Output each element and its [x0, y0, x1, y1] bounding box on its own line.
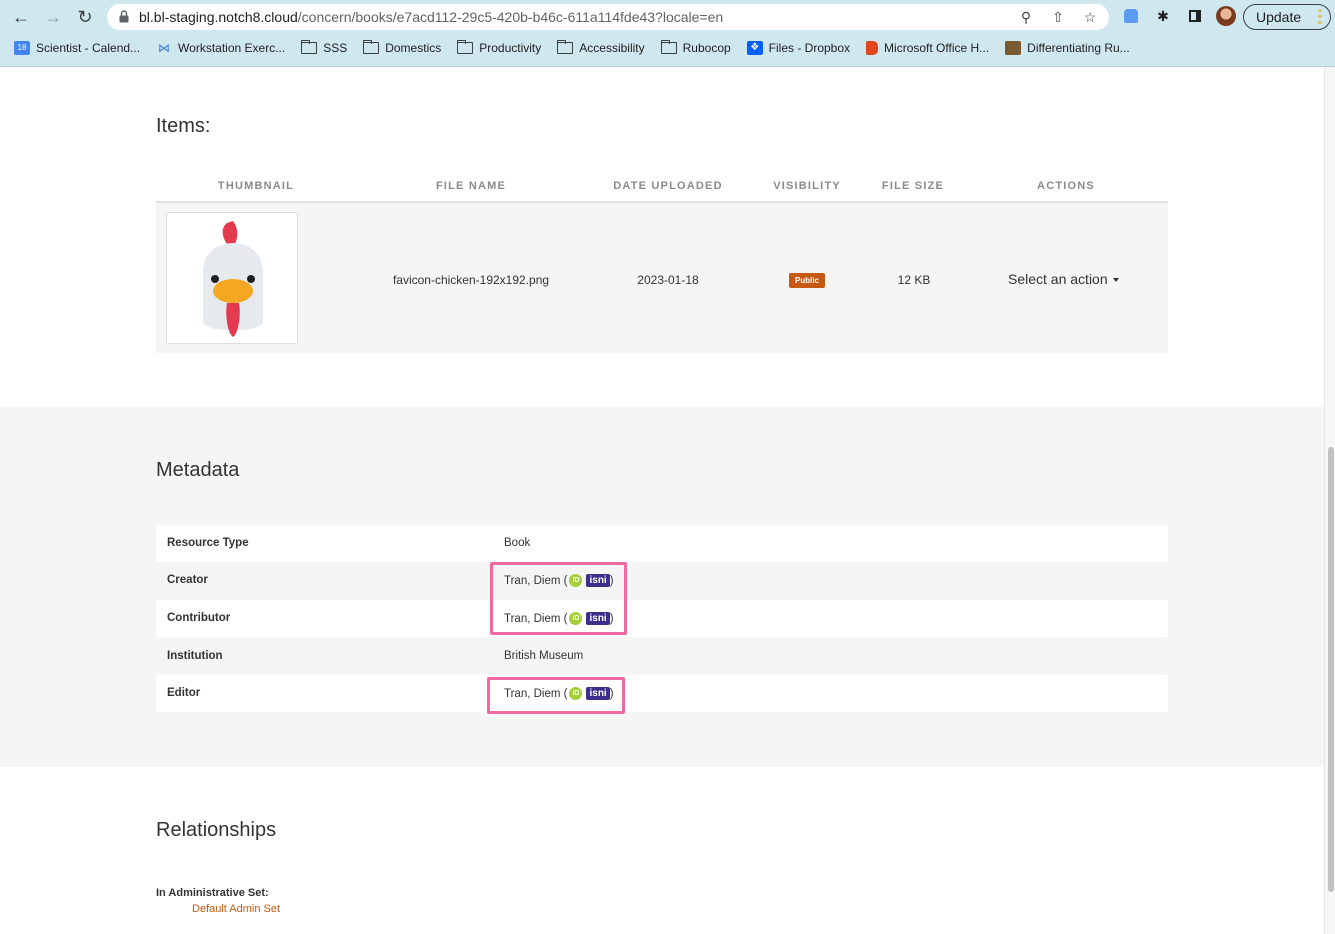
chicken-icon	[203, 221, 263, 337]
bookmark-folder-rubocop[interactable]: Rubocop	[660, 40, 731, 55]
zoom-icon[interactable]: ⚲	[1017, 8, 1035, 26]
star-icon[interactable]: ☆	[1081, 8, 1099, 26]
reload-icon[interactable]: ↻	[73, 5, 97, 29]
date-uploaded-cell: 2023-01-18	[637, 273, 699, 287]
menu-dots-icon	[1318, 9, 1322, 25]
bookmarks-bar: 18 Scientist - Calend... ⋈ Workstation E…	[0, 37, 1335, 59]
file-name-cell[interactable]: favicon-chicken-192x192.png	[391, 273, 551, 287]
dropbox-icon: ❖	[746, 41, 763, 55]
folder-icon	[660, 40, 677, 54]
bookmark-calendar[interactable]: 18 Scientist - Calend...	[14, 41, 140, 55]
folder-icon	[457, 40, 474, 54]
highlight-box-editor	[487, 677, 625, 714]
bookmark-dropbox[interactable]: ❖ Files - Dropbox	[746, 41, 851, 55]
puzzle-icon[interactable]: ✱	[1152, 5, 1174, 27]
bookmark-label: Microsoft Office H...	[884, 41, 990, 55]
metadata-heading: Metadata	[156, 459, 240, 481]
bookmark-label: Differentiating Ru...	[1027, 41, 1130, 55]
column-header-date-uploaded: DATE UPLOADED	[613, 180, 723, 192]
extension-icon[interactable]	[1120, 5, 1142, 27]
metadata-label: Institution	[167, 650, 223, 662]
bookmark-label: Rubocop	[682, 41, 731, 55]
metadata-row-creator: Creator Tran, Diem ( iD isni )	[156, 562, 1168, 599]
bookmark-office[interactable]: Microsoft Office H...	[866, 41, 989, 55]
bookmark-differentiating[interactable]: Differentiating Ru...	[1005, 41, 1130, 55]
column-header-file-name: FILE NAME	[435, 180, 507, 192]
column-header-thumbnail: THUMBNAIL	[217, 180, 295, 192]
url-text: bl.bl-staging.notch8.cloud/concern/books…	[139, 9, 724, 25]
bookmark-label: Files - Dropbox	[768, 41, 851, 55]
metadata-label: Editor	[167, 687, 201, 699]
bookmark-folder-accessibility[interactable]: Accessibility	[557, 40, 645, 55]
page-scrollbar[interactable]	[1324, 67, 1335, 934]
admin-set-label: In Administrative Set:	[156, 887, 269, 899]
browser-chrome: ← → ↻ bl.bl-staging.notch8.cloud/concern…	[0, 0, 1335, 67]
metadata-label: Creator	[167, 574, 208, 586]
column-header-actions: ACTIONS	[1037, 180, 1095, 192]
relationships-heading: Relationships	[156, 819, 277, 841]
page-content: Items: THUMBNAIL FILE NAME DATE UPLOADED…	[0, 67, 1324, 934]
bookmark-label: SSS	[323, 41, 348, 55]
bookmark-label: Workstation Exerc...	[178, 41, 286, 55]
bookmark-folder-sss[interactable]: SSS	[301, 40, 348, 55]
profile-avatar[interactable]	[1216, 6, 1236, 26]
forward-arrow-icon[interactable]: →	[41, 5, 65, 29]
file-thumbnail[interactable]	[166, 212, 298, 344]
bookmark-label: Domestics	[385, 41, 442, 55]
book-icon	[1005, 41, 1022, 55]
metadata-row-resource-type: Resource Type Book	[156, 525, 1168, 562]
caret-down-icon	[1112, 278, 1119, 283]
share-icon[interactable]: ⇧	[1049, 8, 1067, 26]
metadata-label: Resource Type	[167, 537, 249, 549]
update-button[interactable]: Update	[1243, 4, 1331, 30]
folder-icon	[301, 40, 318, 54]
bookmark-folder-productivity[interactable]: Productivity	[457, 40, 542, 55]
admin-set-link[interactable]: Default Admin Set	[192, 903, 280, 915]
office-icon	[866, 41, 879, 55]
items-heading: Items:	[156, 115, 211, 137]
address-bar[interactable]: bl.bl-staging.notch8.cloud/concern/books…	[107, 4, 1109, 30]
folder-icon	[557, 40, 574, 54]
bookmark-workstation[interactable]: ⋈ Workstation Exerc...	[156, 41, 285, 55]
column-header-visibility: VISIBILITY	[773, 180, 841, 192]
file-size-cell: 12 KB	[897, 273, 931, 287]
update-label: Update	[1256, 9, 1302, 25]
column-header-file-size: FILE SIZE	[881, 180, 945, 192]
calendar-icon: 18	[14, 41, 30, 55]
back-arrow-icon[interactable]: ←	[9, 5, 33, 29]
lock-icon	[119, 10, 129, 23]
select-action-dropdown[interactable]: Select an action	[1008, 271, 1119, 287]
highlight-box-creator-contributor	[490, 562, 627, 635]
workstation-icon: ⋈	[158, 41, 171, 55]
metadata-row-contributor: Contributor Tran, Diem ( iD isni )	[156, 600, 1168, 637]
metadata-value[interactable]: British Museum	[504, 650, 583, 662]
scrollbar-thumb[interactable]	[1328, 447, 1334, 892]
bookmark-label: Accessibility	[579, 41, 645, 55]
browser-toolbar: ← → ↻ bl.bl-staging.notch8.cloud/concern…	[0, 0, 1335, 34]
bookmark-label: Productivity	[479, 41, 542, 55]
metadata-label: Contributor	[167, 612, 231, 624]
action-label: Select an action	[1008, 271, 1108, 287]
folder-icon	[363, 40, 380, 54]
bookmark-label: Scientist - Calend...	[36, 41, 141, 55]
side-panel-icon[interactable]	[1184, 5, 1206, 27]
metadata-row-institution: Institution British Museum	[156, 638, 1168, 675]
metadata-row-editor: Editor Tran, Diem ( iD isni )	[156, 675, 1168, 712]
table-row: favicon-chicken-192x192.png 2023-01-18 P…	[156, 203, 1168, 353]
bookmark-folder-domestics[interactable]: Domestics	[363, 40, 442, 55]
visibility-badge: Public	[789, 273, 825, 288]
metadata-value[interactable]: Book	[504, 537, 530, 549]
